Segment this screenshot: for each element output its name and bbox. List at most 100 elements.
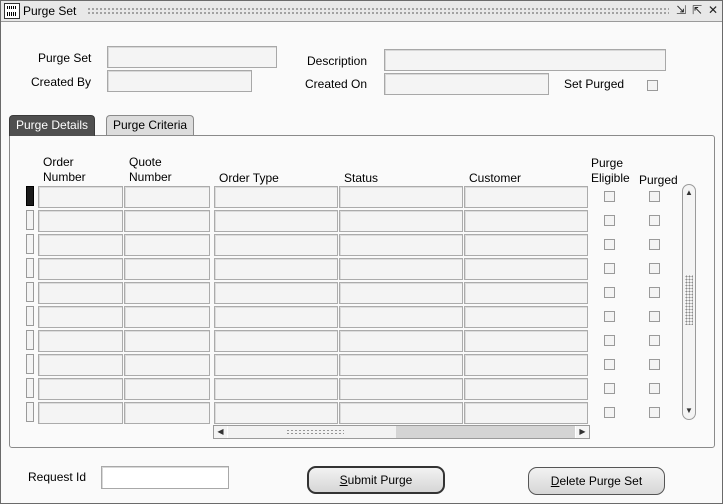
purged-checkbox[interactable]: [649, 215, 660, 226]
cell-customer[interactable]: [464, 186, 588, 208]
cell-quote-number[interactable]: [124, 354, 210, 376]
purged-checkbox[interactable]: [649, 191, 660, 202]
cell-status[interactable]: [339, 354, 463, 376]
purge-eligible-checkbox[interactable]: [604, 383, 615, 394]
tab-purge-criteria[interactable]: Purge Criteria: [106, 115, 195, 136]
delete-purge-set-button[interactable]: Delete Purge Set: [528, 467, 665, 495]
cell-customer[interactable]: [464, 402, 588, 424]
cell-status[interactable]: [339, 330, 463, 352]
purged-checkbox[interactable]: [649, 263, 660, 274]
purged-checkbox[interactable]: [649, 359, 660, 370]
cell-order-type[interactable]: [214, 354, 338, 376]
cell-quote-number[interactable]: [124, 330, 210, 352]
cell-order-type[interactable]: [214, 210, 338, 232]
purged-checkbox[interactable]: [649, 407, 660, 418]
row-indicator[interactable]: [26, 402, 34, 422]
row-indicator[interactable]: [26, 234, 34, 254]
row-indicator[interactable]: [26, 282, 34, 302]
cell-customer[interactable]: [464, 306, 588, 328]
row-indicator[interactable]: [26, 210, 34, 230]
cell-order-type[interactable]: [214, 258, 338, 280]
cell-status[interactable]: [339, 186, 463, 208]
purged-checkbox[interactable]: [649, 311, 660, 322]
cell-status[interactable]: [339, 282, 463, 304]
cell-customer[interactable]: [464, 258, 588, 280]
cell-status[interactable]: [339, 402, 463, 424]
cell-quote-number[interactable]: [124, 186, 210, 208]
vertical-scrollbar[interactable]: ▲ ▼: [682, 184, 696, 420]
cell-order-type[interactable]: [214, 402, 338, 424]
cell-quote-number[interactable]: [124, 282, 210, 304]
cell-order-number[interactable]: [38, 186, 123, 208]
purge-eligible-checkbox[interactable]: [604, 407, 615, 418]
created-on-field[interactable]: [384, 73, 549, 95]
purged-checkbox[interactable]: [649, 383, 660, 394]
description-field[interactable]: [384, 49, 666, 71]
cell-quote-number[interactable]: [124, 258, 210, 280]
cell-customer[interactable]: [464, 282, 588, 304]
purged-checkbox[interactable]: [649, 335, 660, 346]
cell-status[interactable]: [339, 378, 463, 400]
purge-eligible-checkbox[interactable]: [604, 359, 615, 370]
set-purged-checkbox[interactable]: [647, 80, 658, 91]
minimize-icon[interactable]: ⇲: [674, 3, 688, 18]
purged-checkbox[interactable]: [649, 287, 660, 298]
scrollbar-grip[interactable]: [685, 275, 693, 325]
row-indicator[interactable]: [26, 330, 34, 350]
purge-eligible-checkbox[interactable]: [604, 335, 615, 346]
arrow-up-icon[interactable]: ▲: [683, 186, 695, 200]
cell-order-number[interactable]: [38, 306, 123, 328]
horizontal-scrollbar[interactable]: ◀ ▶: [213, 425, 590, 439]
row-indicator[interactable]: [26, 354, 34, 374]
created-by-field[interactable]: [107, 70, 252, 92]
cell-order-type[interactable]: [214, 234, 338, 256]
cell-order-number[interactable]: [38, 234, 123, 256]
arrow-left-icon[interactable]: ◀: [214, 426, 227, 438]
cell-status[interactable]: [339, 234, 463, 256]
submit-purge-button[interactable]: Submit Purge: [307, 466, 445, 494]
cell-quote-number[interactable]: [124, 402, 210, 424]
cell-order-number[interactable]: [38, 330, 123, 352]
cell-order-type[interactable]: [214, 378, 338, 400]
cell-customer[interactable]: [464, 378, 588, 400]
cell-order-type[interactable]: [214, 330, 338, 352]
cell-order-type[interactable]: [214, 306, 338, 328]
horizontal-scroll-thumb[interactable]: [228, 426, 397, 438]
tab-purge-details[interactable]: Purge Details: [9, 115, 96, 136]
purged-checkbox[interactable]: [649, 239, 660, 250]
purge-eligible-checkbox[interactable]: [604, 215, 615, 226]
purge-eligible-checkbox[interactable]: [604, 191, 615, 202]
cell-customer[interactable]: [464, 234, 588, 256]
cell-order-number[interactable]: [38, 258, 123, 280]
horizontal-scroll-track[interactable]: [396, 426, 575, 438]
row-indicator[interactable]: [26, 186, 34, 206]
arrow-down-icon[interactable]: ▼: [683, 404, 695, 418]
row-indicator[interactable]: [26, 378, 34, 398]
cell-order-number[interactable]: [38, 402, 123, 424]
cell-order-number[interactable]: [38, 378, 123, 400]
cell-order-number[interactable]: [38, 354, 123, 376]
cell-order-type[interactable]: [214, 282, 338, 304]
cell-order-type[interactable]: [214, 186, 338, 208]
title-bar[interactable]: Purge Set ⇲ ⇱ ✕: [1, 1, 722, 22]
cell-quote-number[interactable]: [124, 306, 210, 328]
cell-status[interactable]: [339, 210, 463, 232]
cell-customer[interactable]: [464, 210, 588, 232]
cell-quote-number[interactable]: [124, 378, 210, 400]
cell-quote-number[interactable]: [124, 210, 210, 232]
purge-eligible-checkbox[interactable]: [604, 239, 615, 250]
cell-status[interactable]: [339, 258, 463, 280]
close-icon[interactable]: ✕: [706, 3, 720, 18]
row-indicator[interactable]: [26, 306, 34, 326]
cell-quote-number[interactable]: [124, 234, 210, 256]
cell-customer[interactable]: [464, 330, 588, 352]
cell-order-number[interactable]: [38, 282, 123, 304]
purge-eligible-checkbox[interactable]: [604, 311, 615, 322]
cell-order-number[interactable]: [38, 210, 123, 232]
purge-eligible-checkbox[interactable]: [604, 287, 615, 298]
request-id-field[interactable]: [101, 466, 229, 489]
maximize-icon[interactable]: ⇱: [690, 3, 704, 18]
row-indicator[interactable]: [26, 258, 34, 278]
cell-customer[interactable]: [464, 354, 588, 376]
purge-eligible-checkbox[interactable]: [604, 263, 615, 274]
